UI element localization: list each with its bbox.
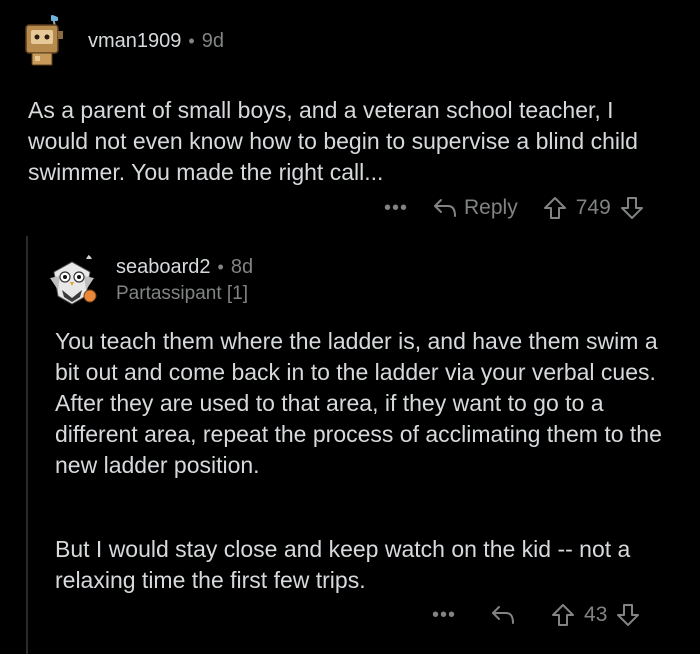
more-options-button[interactable]: ••• [384, 197, 408, 220]
reply-arrow-icon [432, 197, 458, 219]
thread-line[interactable] [26, 236, 28, 654]
vote-score: 43 [584, 603, 608, 626]
comment-header: vman1909 • 9d [18, 14, 224, 68]
reply-arrow-icon [490, 604, 516, 626]
comment-body: As a parent of small boys, and a veteran… [28, 97, 638, 185]
upvote-icon[interactable] [542, 195, 568, 221]
comment-thread: vman1909 • 9d As a parent of small boys,… [0, 0, 700, 654]
comment-age: 8d [230, 255, 254, 278]
user-flair: Partassipant [1] [116, 282, 249, 304]
vote-score: 749 [575, 196, 611, 219]
reply-button[interactable] [490, 604, 516, 626]
downvote-icon[interactable] [615, 602, 641, 628]
vote-control: 43 [550, 602, 641, 628]
upvote-icon[interactable] [550, 602, 576, 628]
reply-actions: ••• 43 [432, 601, 641, 629]
reply-user-line: seaboard2 • 8d [116, 256, 253, 279]
reply-meta: seaboard2 • 8d Partassipant [1] [116, 256, 253, 305]
separator-dot: • [188, 30, 195, 51]
username[interactable]: vman1909 [88, 30, 181, 53]
reply-label: Reply [464, 196, 518, 219]
comment-actions: ••• Reply 749 [384, 194, 645, 222]
more-options-button[interactable]: ••• [432, 604, 456, 627]
owl-avatar-icon[interactable] [42, 250, 102, 310]
reply-header: seaboard2 • 8d Partassipant [1] [42, 250, 253, 310]
separator-dot: • [217, 256, 224, 277]
reply-button[interactable]: Reply [432, 196, 518, 220]
downvote-icon[interactable] [619, 195, 645, 221]
username[interactable]: seaboard2 [116, 256, 211, 279]
vote-control: 749 [542, 195, 645, 221]
robot-avatar-icon[interactable] [18, 14, 72, 68]
reply-body-paragraph: You teach them where the ladder is, and … [55, 328, 662, 478]
reply-body-paragraph: But I would stay close and keep watch on… [55, 536, 631, 593]
comment-age: 9d [201, 29, 224, 52]
